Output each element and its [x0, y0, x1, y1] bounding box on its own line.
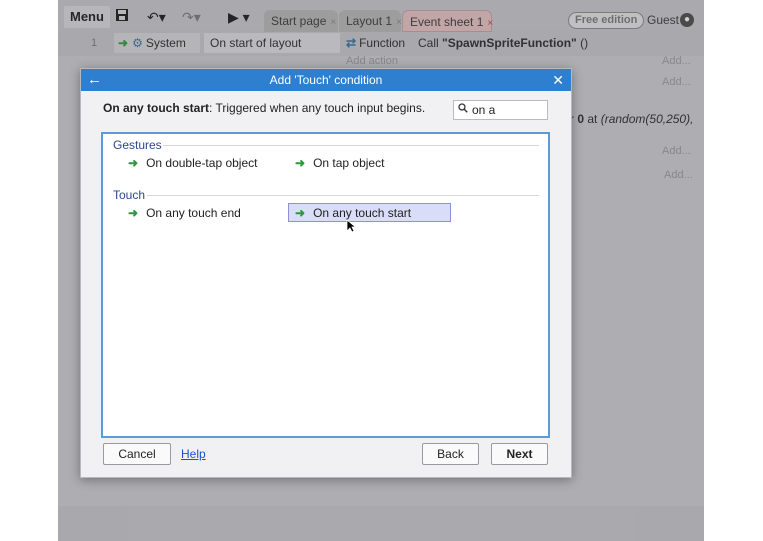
add-condition-dialog: Add 'Touch' condition ← ✕ On any touch s…: [80, 68, 572, 478]
condition-arrow-icon: ➜: [128, 206, 139, 220]
list-item-on-double-tap-object[interactable]: ➜ On double-tap object: [122, 154, 257, 173]
event-condition[interactable]: On start of layout: [204, 33, 340, 53]
event-arrow-icon: ➜: [118, 36, 129, 50]
play-icon[interactable]: ▶ ▾: [228, 8, 250, 26]
redo-icon[interactable]: ↷▾: [182, 8, 201, 26]
toolbar: Menu ↶▾ ↷▾ ▶ ▾ Start page × Layout 1 × Eve…: [58, 4, 704, 32]
search-icon: [458, 101, 468, 119]
tab-close-icon[interactable]: ×: [330, 17, 336, 28]
action-object-function[interactable]: ⇄ Function: [343, 33, 413, 53]
free-edition-badge[interactable]: Free edition: [568, 12, 645, 29]
group-divider: [147, 195, 539, 196]
condition-arrow-icon: ➜: [128, 156, 139, 170]
gear-icon: ⚙: [132, 36, 143, 50]
list-item-on-any-touch-end[interactable]: ➜ On any touch end: [122, 204, 241, 223]
menu-button[interactable]: Menu: [64, 6, 110, 28]
tab-close-icon[interactable]: ×: [487, 18, 493, 29]
close-icon[interactable]: ✕: [552, 69, 564, 91]
user-icon[interactable]: ●: [680, 13, 694, 27]
condition-description: On any touch start: Triggered when any t…: [103, 101, 426, 115]
list-item-on-any-touch-start[interactable]: ➜ On any touch start: [288, 203, 451, 222]
add-link[interactable]: Add...: [662, 76, 691, 88]
add-link[interactable]: Add...: [664, 169, 693, 181]
action-call[interactable]: Call "SpawnSpriteFunction" (): [418, 33, 588, 53]
partial-action-text: r 0 at (random(50,250),: [570, 112, 694, 126]
next-button[interactable]: Next: [491, 443, 548, 465]
pointer-cursor-icon: [346, 219, 357, 236]
add-link[interactable]: Add...: [662, 55, 691, 67]
back-button[interactable]: Back: [422, 443, 479, 465]
function-icon: ⇄: [346, 36, 357, 50]
event-object-system[interactable]: ➜ ⚙ System: [114, 33, 200, 53]
tab-start-page[interactable]: Start page ×: [264, 10, 338, 32]
dialog-title: Add 'Touch' condition: [81, 69, 571, 91]
add-action-link[interactable]: Add action: [346, 55, 398, 67]
list-item-on-tap-object[interactable]: ➜ On tap object: [289, 154, 384, 173]
back-arrow-icon[interactable]: ←: [87, 69, 102, 91]
group-divider: [163, 145, 539, 146]
save-icon[interactable]: [115, 8, 129, 26]
condition-arrow-icon: ➜: [295, 206, 306, 220]
condition-arrow-icon: ➜: [295, 156, 306, 170]
group-label-gestures: Gestures: [113, 138, 162, 152]
condition-list: Gestures ➜ On double-tap object ➜ On tap o…: [101, 132, 550, 438]
undo-icon[interactable]: ↶▾: [147, 8, 166, 26]
search-input[interactable]: on a: [453, 100, 548, 120]
event-row-number: 1: [91, 37, 98, 49]
tab-event-sheet-1[interactable]: Event sheet 1 ×: [402, 10, 493, 32]
group-label-touch: Touch: [113, 188, 146, 202]
cancel-button[interactable]: Cancel: [103, 443, 171, 465]
help-link[interactable]: Help: [181, 447, 206, 461]
add-link[interactable]: Add...: [662, 145, 691, 157]
user-label[interactable]: Guest: [647, 13, 679, 27]
tab-layout-1[interactable]: Layout 1 ×: [339, 10, 402, 32]
tab-close-icon[interactable]: ×: [396, 17, 402, 28]
